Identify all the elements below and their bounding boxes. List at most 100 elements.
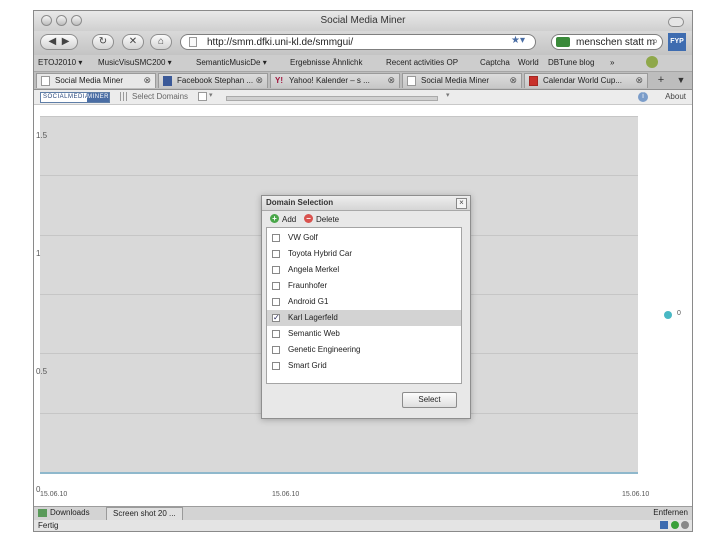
home-icon: ⌂ — [157, 36, 165, 47]
checkbox[interactable] — [272, 282, 280, 290]
gridline — [40, 116, 638, 117]
url-text[interactable]: http://smm.dfki.uni-kl.de/smmgui/ — [207, 37, 353, 48]
list-item[interactable]: Fraunhofer — [267, 278, 461, 294]
select-domains-button[interactable]: Select Domains — [132, 92, 188, 101]
new-tab-button[interactable]: + — [654, 73, 668, 87]
about-link[interactable]: About — [665, 92, 686, 101]
close-tab-icon[interactable]: ⊗ — [635, 74, 643, 87]
addon-status-icon[interactable] — [660, 521, 668, 529]
search-icon[interactable]: ⌕ — [652, 36, 658, 47]
chart-icon — [120, 92, 128, 101]
search-input[interactable]: menschen statt m ⌕ — [551, 34, 663, 50]
bookmark-star-icon[interactable]: ★▾ — [511, 35, 525, 46]
search-text[interactable]: menschen statt m — [576, 37, 655, 48]
page-icon — [407, 76, 416, 86]
delete-button[interactable]: Delete — [316, 215, 339, 224]
checkbox[interactable] — [272, 330, 280, 338]
time-range-slider[interactable] — [226, 96, 438, 101]
item-label: Karl Lagerfeld — [288, 313, 338, 322]
close-tab-icon[interactable]: ⊗ — [509, 74, 517, 87]
list-item[interactable]: Angela Merkel — [267, 262, 461, 278]
list-item[interactable]: Android G1 — [267, 294, 461, 310]
bookmark-item[interactable]: ETOJ2010 ▾ — [38, 58, 82, 67]
info-icon[interactable]: i — [638, 92, 648, 102]
checkbox[interactable] — [272, 346, 280, 354]
list-item[interactable]: VW Golf — [267, 230, 461, 246]
checkbox[interactable] — [272, 362, 280, 370]
close-tab-icon[interactable]: ⊗ — [143, 74, 151, 87]
item-label: Semantic Web — [288, 329, 340, 338]
stop-button[interactable]: ✕ — [122, 34, 144, 50]
bookmark-item[interactable]: Ergebnisse Ähnlichk — [290, 58, 362, 67]
chevron-down-icon[interactable]: ▾ — [209, 91, 213, 99]
list-item[interactable]: Toyota Hybrid Car — [267, 246, 461, 262]
item-label: Toyota Hybrid Car — [288, 249, 353, 258]
list-item[interactable]: Genetic Engineering — [267, 342, 461, 358]
checkbox-checked[interactable]: ✓ — [272, 314, 280, 322]
tab-calendar-world-cup[interactable]: Calendar World Cup... ⊗ — [524, 73, 648, 88]
bookmark-item[interactable]: World — [518, 58, 539, 67]
remove-downloads-button[interactable]: Entfernen — [653, 508, 688, 517]
tab-label: Facebook Stephan ... — [177, 76, 254, 85]
x-tick-label: 15.06.10 — [272, 491, 300, 498]
tab-strip: Social Media Miner ⊗ Facebook Stephan ..… — [34, 72, 692, 90]
item-label: VW Golf — [288, 233, 318, 242]
forward-icon[interactable]: ▶ — [62, 36, 70, 47]
browser-window: Social Media Miner ◀ ▶ ↻ ✕ ⌂ http://smm.… — [33, 10, 693, 532]
bookmark-item[interactable]: Recent activities OP — [386, 58, 458, 67]
calendar-icon[interactable] — [198, 92, 207, 101]
add-icon[interactable]: + — [270, 214, 279, 223]
addon-button[interactable]: FYP — [668, 33, 686, 51]
checkbox[interactable] — [272, 298, 280, 306]
item-label: Android G1 — [288, 297, 329, 306]
tab-label: Social Media Miner — [421, 76, 490, 85]
bookmark-item[interactable]: MusicVisuSMC200 ▾ — [98, 58, 172, 67]
gridline — [40, 175, 638, 176]
tab-social-media-miner[interactable]: Social Media Miner ⊗ — [36, 73, 156, 88]
download-icon — [38, 508, 47, 517]
chevron-down-icon[interactable]: ▾ — [446, 91, 450, 99]
checkbox[interactable] — [272, 250, 280, 258]
downloads-button[interactable]: Downloads — [38, 508, 90, 517]
app-toolbar: SOCIALMEDIA MINER Select Domains ▾ ▾ i A… — [34, 90, 692, 105]
download-item[interactable]: Screen shot 20 ... — [106, 507, 183, 521]
tab-label: Calendar World Cup... — [543, 76, 622, 85]
extension-icon[interactable] — [646, 56, 658, 68]
close-icon[interactable]: × — [456, 198, 467, 209]
back-forward-button[interactable]: ◀ ▶ — [40, 34, 78, 50]
bookmark-item[interactable]: DBTune blog — [548, 58, 594, 67]
reload-icon: ↻ — [98, 36, 108, 47]
checkbox[interactable] — [272, 266, 280, 274]
delete-icon[interactable]: − — [304, 214, 313, 223]
close-tab-icon[interactable]: ⊗ — [255, 74, 263, 87]
settings-icon[interactable] — [681, 521, 689, 529]
tab-facebook[interactable]: Facebook Stephan ... ⊗ — [158, 73, 268, 88]
status-bar: Fertig — [34, 520, 692, 531]
home-button[interactable]: ⌂ — [150, 34, 172, 50]
tab-label: Social Media Miner — [55, 76, 124, 85]
bookmark-overflow[interactable]: » — [610, 58, 614, 67]
bookmark-item[interactable]: Captcha — [480, 58, 510, 67]
select-button[interactable]: Select — [402, 392, 457, 408]
toolbar-toggle-button[interactable] — [668, 17, 684, 27]
list-item[interactable]: Smart Grid — [267, 358, 461, 374]
list-item-selected[interactable]: ✓ Karl Lagerfeld — [267, 310, 461, 326]
bookmarks-bar: ETOJ2010 ▾ MusicVisuSMC200 ▾ SemanticMus… — [34, 55, 692, 72]
list-item[interactable]: Semantic Web — [267, 326, 461, 342]
url-bar[interactable]: http://smm.dfki.uni-kl.de/smmgui/ ★▾ — [180, 34, 536, 50]
back-icon[interactable]: ◀ — [49, 36, 57, 47]
bookmark-item[interactable]: SemanticMusicDe ▾ — [196, 58, 267, 67]
tab-list-button[interactable]: ▼ — [674, 73, 688, 87]
add-button[interactable]: Add — [282, 215, 296, 224]
tab-yahoo-calendar[interactable]: Y! Yahoo! Kalender – s ... ⊗ — [270, 73, 400, 88]
search-engine-icon[interactable] — [556, 37, 570, 47]
stop-icon: ✕ — [128, 36, 138, 47]
tab-social-media-miner-2[interactable]: Social Media Miner ⊗ — [402, 73, 522, 88]
legend-marker[interactable] — [664, 311, 672, 319]
close-tab-icon[interactable]: ⊗ — [387, 74, 395, 87]
dialog-title: Domain Selection — [266, 198, 334, 207]
x-tick-label: 15.06.10 — [40, 491, 68, 498]
checkbox[interactable] — [272, 234, 280, 242]
check-icon[interactable] — [671, 521, 679, 529]
reload-button[interactable]: ↻ — [92, 34, 114, 50]
